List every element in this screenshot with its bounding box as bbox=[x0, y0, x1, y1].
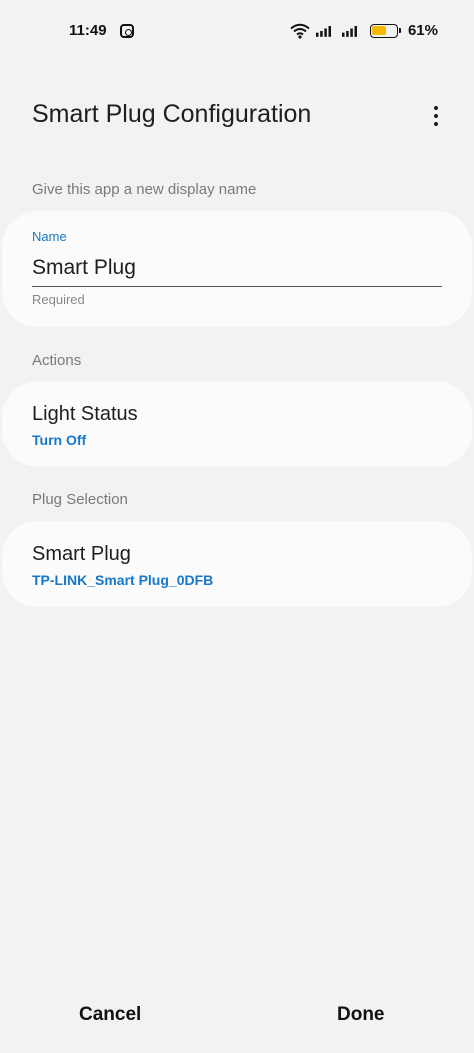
name-field-helper: Required bbox=[32, 292, 85, 307]
status-bar: 11:49 61% bbox=[0, 0, 474, 64]
more-vert-icon bbox=[434, 106, 438, 110]
smart-plug-title: Smart Plug bbox=[32, 543, 131, 565]
name-field-label: Name bbox=[32, 229, 67, 244]
more-vert-icon-dot bbox=[434, 114, 438, 118]
section-label-display-name: Give this app a new display name bbox=[32, 181, 257, 198]
more-vert-icon-dot bbox=[434, 122, 438, 126]
more-options-button[interactable] bbox=[424, 100, 448, 132]
instagram-icon bbox=[120, 24, 134, 38]
cancel-button[interactable]: Cancel bbox=[79, 1004, 141, 1026]
wifi-icon bbox=[290, 23, 310, 39]
light-status-value: Turn Off bbox=[32, 432, 87, 448]
status-time: 11:49 bbox=[69, 22, 107, 39]
signal-icon-secondary bbox=[341, 25, 357, 37]
status-icons: 61% bbox=[290, 22, 438, 39]
signal-icon bbox=[315, 25, 331, 37]
battery-percent: 61% bbox=[407, 22, 438, 39]
battery-fill bbox=[372, 26, 386, 35]
battery-icon bbox=[369, 23, 401, 38]
name-input[interactable] bbox=[32, 249, 442, 287]
page-title: Smart Plug Configuration bbox=[32, 100, 312, 128]
screen: 11:49 61% Smart Plug Configuration Give … bbox=[0, 0, 474, 1053]
section-label-plug-selection: Plug Selection bbox=[32, 491, 128, 508]
smart-plug-item[interactable]: Smart Plug TP-LINK_Smart Plug_0DFB bbox=[2, 521, 472, 607]
light-status-title: Light Status bbox=[32, 403, 138, 425]
name-field-card: Name Required bbox=[2, 211, 472, 327]
section-label-actions: Actions bbox=[32, 352, 82, 369]
smart-plug-value: TP-LINK_Smart Plug_0DFB bbox=[32, 572, 214, 588]
done-button[interactable]: Done bbox=[337, 1004, 385, 1026]
light-status-item[interactable]: Light Status Turn Off bbox=[2, 381, 472, 467]
